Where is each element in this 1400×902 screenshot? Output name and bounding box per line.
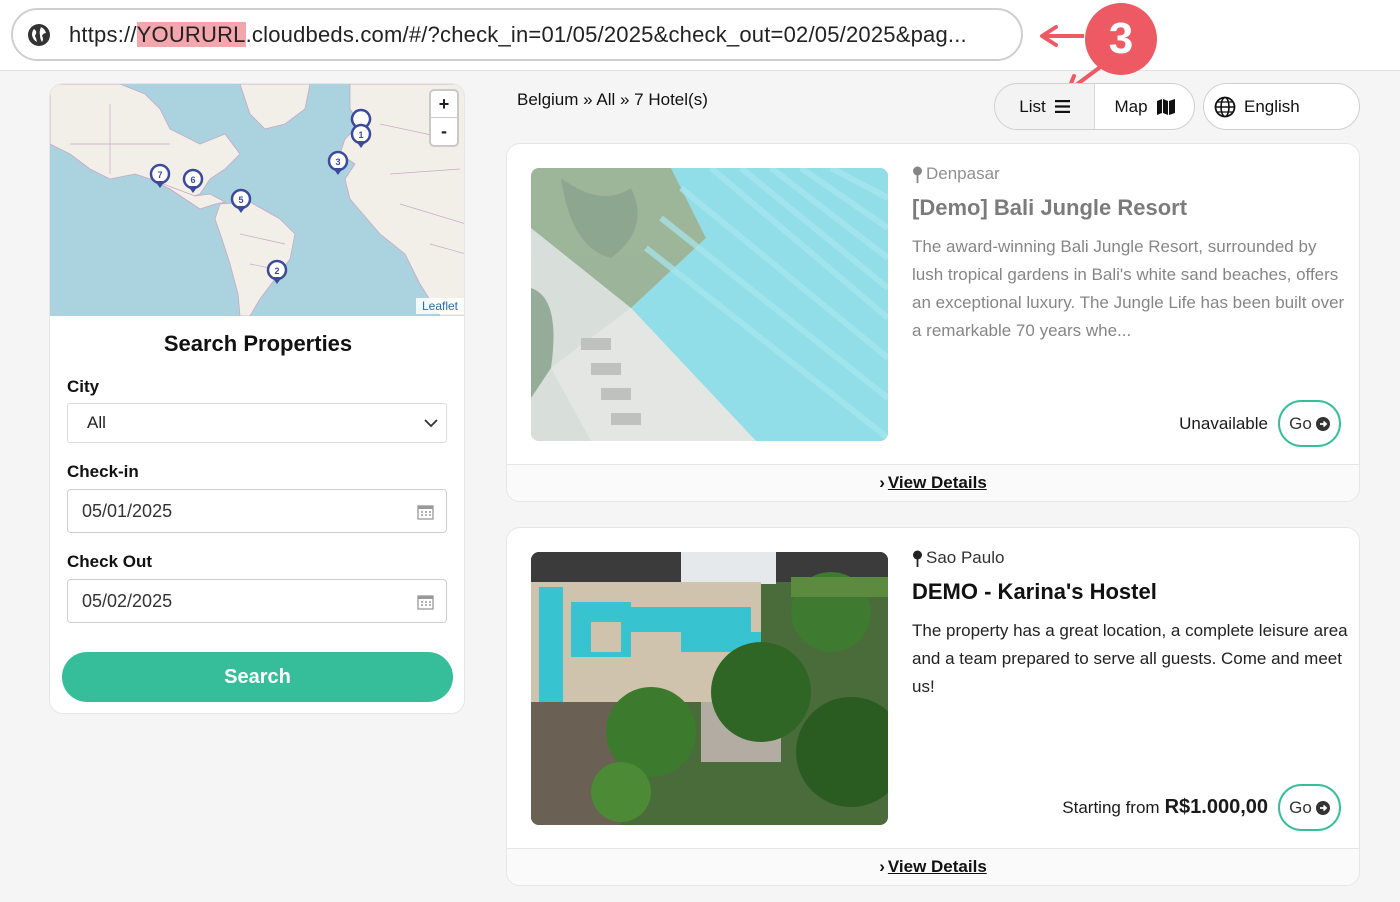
search-title: Search Properties [163, 331, 353, 356]
svg-text:5: 5 [238, 195, 243, 205]
chevron-right-icon: › [879, 473, 885, 492]
map-attribution-link[interactable]: Leaflet [415, 298, 464, 314]
city-label: City [67, 377, 100, 396]
checkin-label: Check-in [67, 462, 139, 481]
hotel-name: DEMO - Karina's Hostel [912, 579, 1157, 604]
go-button[interactable]: Go [1278, 400, 1341, 447]
list-view-button[interactable]: List [995, 84, 1095, 129]
availability-status: Unavailable [1179, 413, 1268, 433]
go-label: Go [1289, 797, 1312, 817]
checkout-date-value: 05/02/2025 [82, 590, 173, 611]
zoom-in-button[interactable]: + [431, 91, 457, 118]
hotel-description: The award-winning Bali Jungle Resort, su… [912, 237, 1345, 340]
search-button[interactable]: Search [62, 652, 453, 702]
svg-text:7: 7 [157, 170, 162, 180]
calendar-icon [417, 595, 434, 610]
hotel-description: The property has a great location, a com… [912, 621, 1348, 696]
city-select-value: All [87, 413, 106, 432]
price-value: R$1.000,00 [1164, 796, 1268, 818]
hotel-location-text: Denpasar [926, 164, 1000, 183]
map-icon [1156, 98, 1175, 115]
hotel-location: Sao Paulo [912, 548, 1004, 568]
language-label: English [1244, 96, 1300, 116]
chevron-right-icon: › [879, 857, 885, 876]
map-canvas: 1 3 7 6 5 2 [50, 84, 464, 316]
hotel-price-row: Starting from R$1.000,00 Go [1062, 784, 1341, 831]
zoom-out-button[interactable]: - [431, 118, 457, 145]
map-pin-icon [913, 550, 922, 567]
list-icon [1054, 100, 1070, 113]
go-button[interactable]: Go [1278, 784, 1341, 831]
arrow-circle-right-icon [1315, 800, 1330, 815]
hotel-location-text: Sao Paulo [926, 548, 1005, 567]
hotel-price-row: Unavailable Go [1179, 400, 1341, 447]
hotel-location: Denpasar [912, 164, 1000, 184]
browser-toolbar: https://YOURURL.cloudbeds.com/#/?check_i… [0, 0, 1400, 93]
map-marker-3[interactable]: 3 [327, 150, 349, 175]
checkin-date-value: 05/01/2025 [82, 500, 173, 521]
checkout-date-input[interactable]: 05/02/2025 [67, 579, 447, 623]
breadcrumb: Belgium » All » 7 Hotel(s) [517, 90, 708, 109]
calendar-icon [417, 505, 434, 520]
city-select[interactable]: All [67, 403, 447, 443]
map-zoom-control: + - [429, 89, 459, 147]
globe-icon [1214, 96, 1236, 117]
svg-text:3: 3 [335, 157, 340, 167]
svg-text:1: 1 [358, 130, 363, 140]
hotel-image[interactable] [531, 552, 888, 825]
view-details-link[interactable]: › View Details [507, 464, 1359, 501]
checkin-date-input[interactable]: 05/01/2025 [67, 489, 447, 533]
hotel-card: Sao Paulo DEMO - Karina's Hostel The pro… [506, 527, 1360, 886]
svg-text:2: 2 [274, 266, 279, 276]
properties-map[interactable]: 1 3 7 6 5 2 + - Leaflet [50, 84, 464, 316]
search-sidebar: 1 3 7 6 5 2 + - Leaflet Search Propertie… [49, 83, 465, 714]
checkout-label: Check Out [67, 552, 153, 571]
list-view-label: List [1019, 96, 1046, 116]
price-prefix: Starting from [1062, 797, 1160, 817]
annotation-badge: 3 [1085, 3, 1157, 75]
view-details-label: View Details [887, 473, 987, 492]
view-toggle: List Map [994, 83, 1195, 130]
hotel-image[interactable] [531, 168, 888, 441]
go-label: Go [1289, 413, 1312, 433]
map-pin-icon [913, 166, 922, 183]
map-view-button[interactable]: Map [1095, 84, 1194, 129]
language-selector[interactable]: English [1203, 83, 1360, 130]
chevron-down-icon [424, 419, 438, 428]
svg-text:6: 6 [190, 175, 195, 185]
view-details-link[interactable]: › View Details [507, 848, 1359, 885]
view-details-label: View Details [887, 857, 987, 876]
hotel-card: Denpasar [Demo] Bali Jungle Resort The a… [506, 143, 1360, 502]
hotel-name: [Demo] Bali Jungle Resort [912, 195, 1188, 220]
map-view-label: Map [1114, 96, 1148, 116]
arrow-circle-right-icon [1315, 416, 1330, 431]
